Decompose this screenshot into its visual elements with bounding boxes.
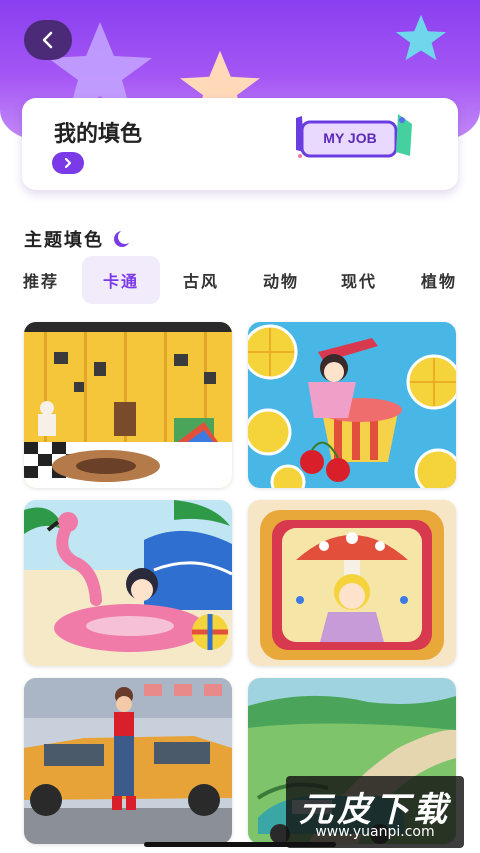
coloring-card-room[interactable] (24, 322, 232, 488)
my-fill-arrow-button[interactable] (52, 152, 84, 174)
moon-icon (114, 230, 132, 247)
section-title-text: 主题填色 (24, 230, 104, 251)
my-job-badge-text: MY JOB (323, 130, 377, 146)
category-tabs: 推荐 卡通 古风 动物 现代 植物 (0, 256, 480, 304)
my-fill-title: 我的填色 (54, 122, 143, 147)
tab-modern[interactable]: 现代 (320, 256, 398, 304)
my-fill-card[interactable]: 我的填色 MY JOB (22, 98, 458, 190)
watermark-url: www.yuanpi.com (315, 824, 435, 840)
chevron-right-icon (64, 157, 72, 169)
tab-recommend[interactable]: 推荐 (2, 256, 80, 304)
section-title: 主题填色 (24, 226, 132, 252)
home-indicator[interactable] (144, 842, 336, 847)
tab-animal[interactable]: 动物 (242, 256, 320, 304)
tab-plant[interactable]: 植物 (400, 256, 478, 304)
coloring-card-city-woman[interactable] (24, 678, 232, 844)
coloring-card-lemon-girl[interactable] (248, 322, 456, 488)
tab-ancient[interactable]: 古风 (162, 256, 240, 304)
city-woman-illustration (24, 678, 232, 844)
my-job-badge: MY JOB (294, 112, 414, 162)
coloring-card-mushroom-girl[interactable] (248, 500, 456, 666)
back-button[interactable] (24, 20, 72, 60)
flamingo-illustration (24, 500, 232, 666)
watermark-overlay: 元皮下载 www.yuanpi.com (286, 776, 464, 848)
star-decoration-icon (395, 14, 447, 61)
room-illustration (24, 322, 232, 488)
coloring-card-flamingo[interactable] (24, 500, 232, 666)
tab-cartoon[interactable]: 卡通 (82, 256, 160, 304)
mushroom-girl-illustration (248, 500, 456, 666)
chevron-left-icon (42, 31, 53, 49)
lemon-girl-illustration (248, 322, 456, 488)
